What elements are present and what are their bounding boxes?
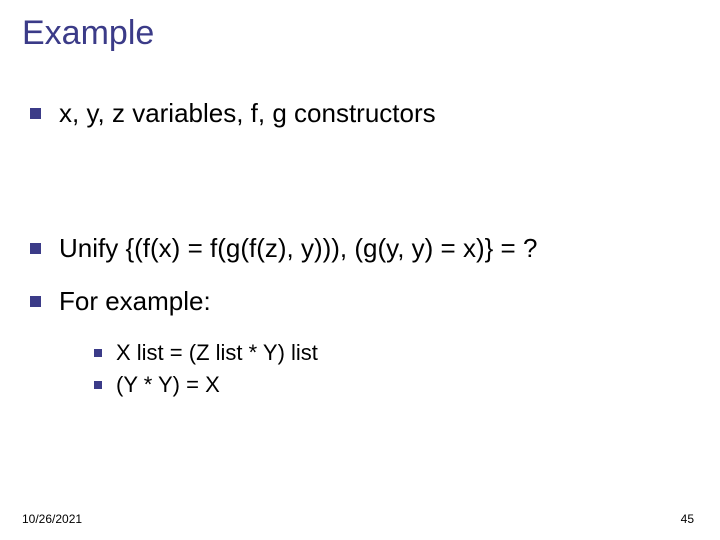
square-bullet-icon <box>30 296 41 307</box>
list-item: Unify {(f(x) = f(g(f(z), y))), (g(y, y) … <box>30 231 670 266</box>
square-bullet-icon <box>30 243 41 254</box>
item-text: Unify {(f(x) = f(g(f(z), y))), (g(y, y) … <box>59 231 537 266</box>
list-item: (Y * Y) = X <box>94 369 670 401</box>
main-list: x, y, z variables, f, g constructors Uni… <box>30 96 670 401</box>
square-bullet-icon <box>94 349 102 357</box>
sub-list: X list = (Z list * Y) list (Y * Y) = X <box>94 337 670 401</box>
footer-page-number: 45 <box>681 512 694 526</box>
sub-item-text: (Y * Y) = X <box>116 369 220 401</box>
list-item: X list = (Z list * Y) list <box>94 337 670 369</box>
spacer <box>30 149 670 231</box>
slide: Example x, y, z variables, f, g construc… <box>0 0 720 540</box>
item-text: For example: <box>59 284 211 319</box>
list-item: x, y, z variables, f, g constructors <box>30 96 670 131</box>
sub-item-text: X list = (Z list * Y) list <box>116 337 318 369</box>
footer-date: 10/26/2021 <box>22 512 82 526</box>
item-text: x, y, z variables, f, g constructors <box>59 96 436 131</box>
square-bullet-icon <box>30 108 41 119</box>
square-bullet-icon <box>94 381 102 389</box>
page-title: Example <box>22 14 154 53</box>
list-item: For example: <box>30 284 670 319</box>
